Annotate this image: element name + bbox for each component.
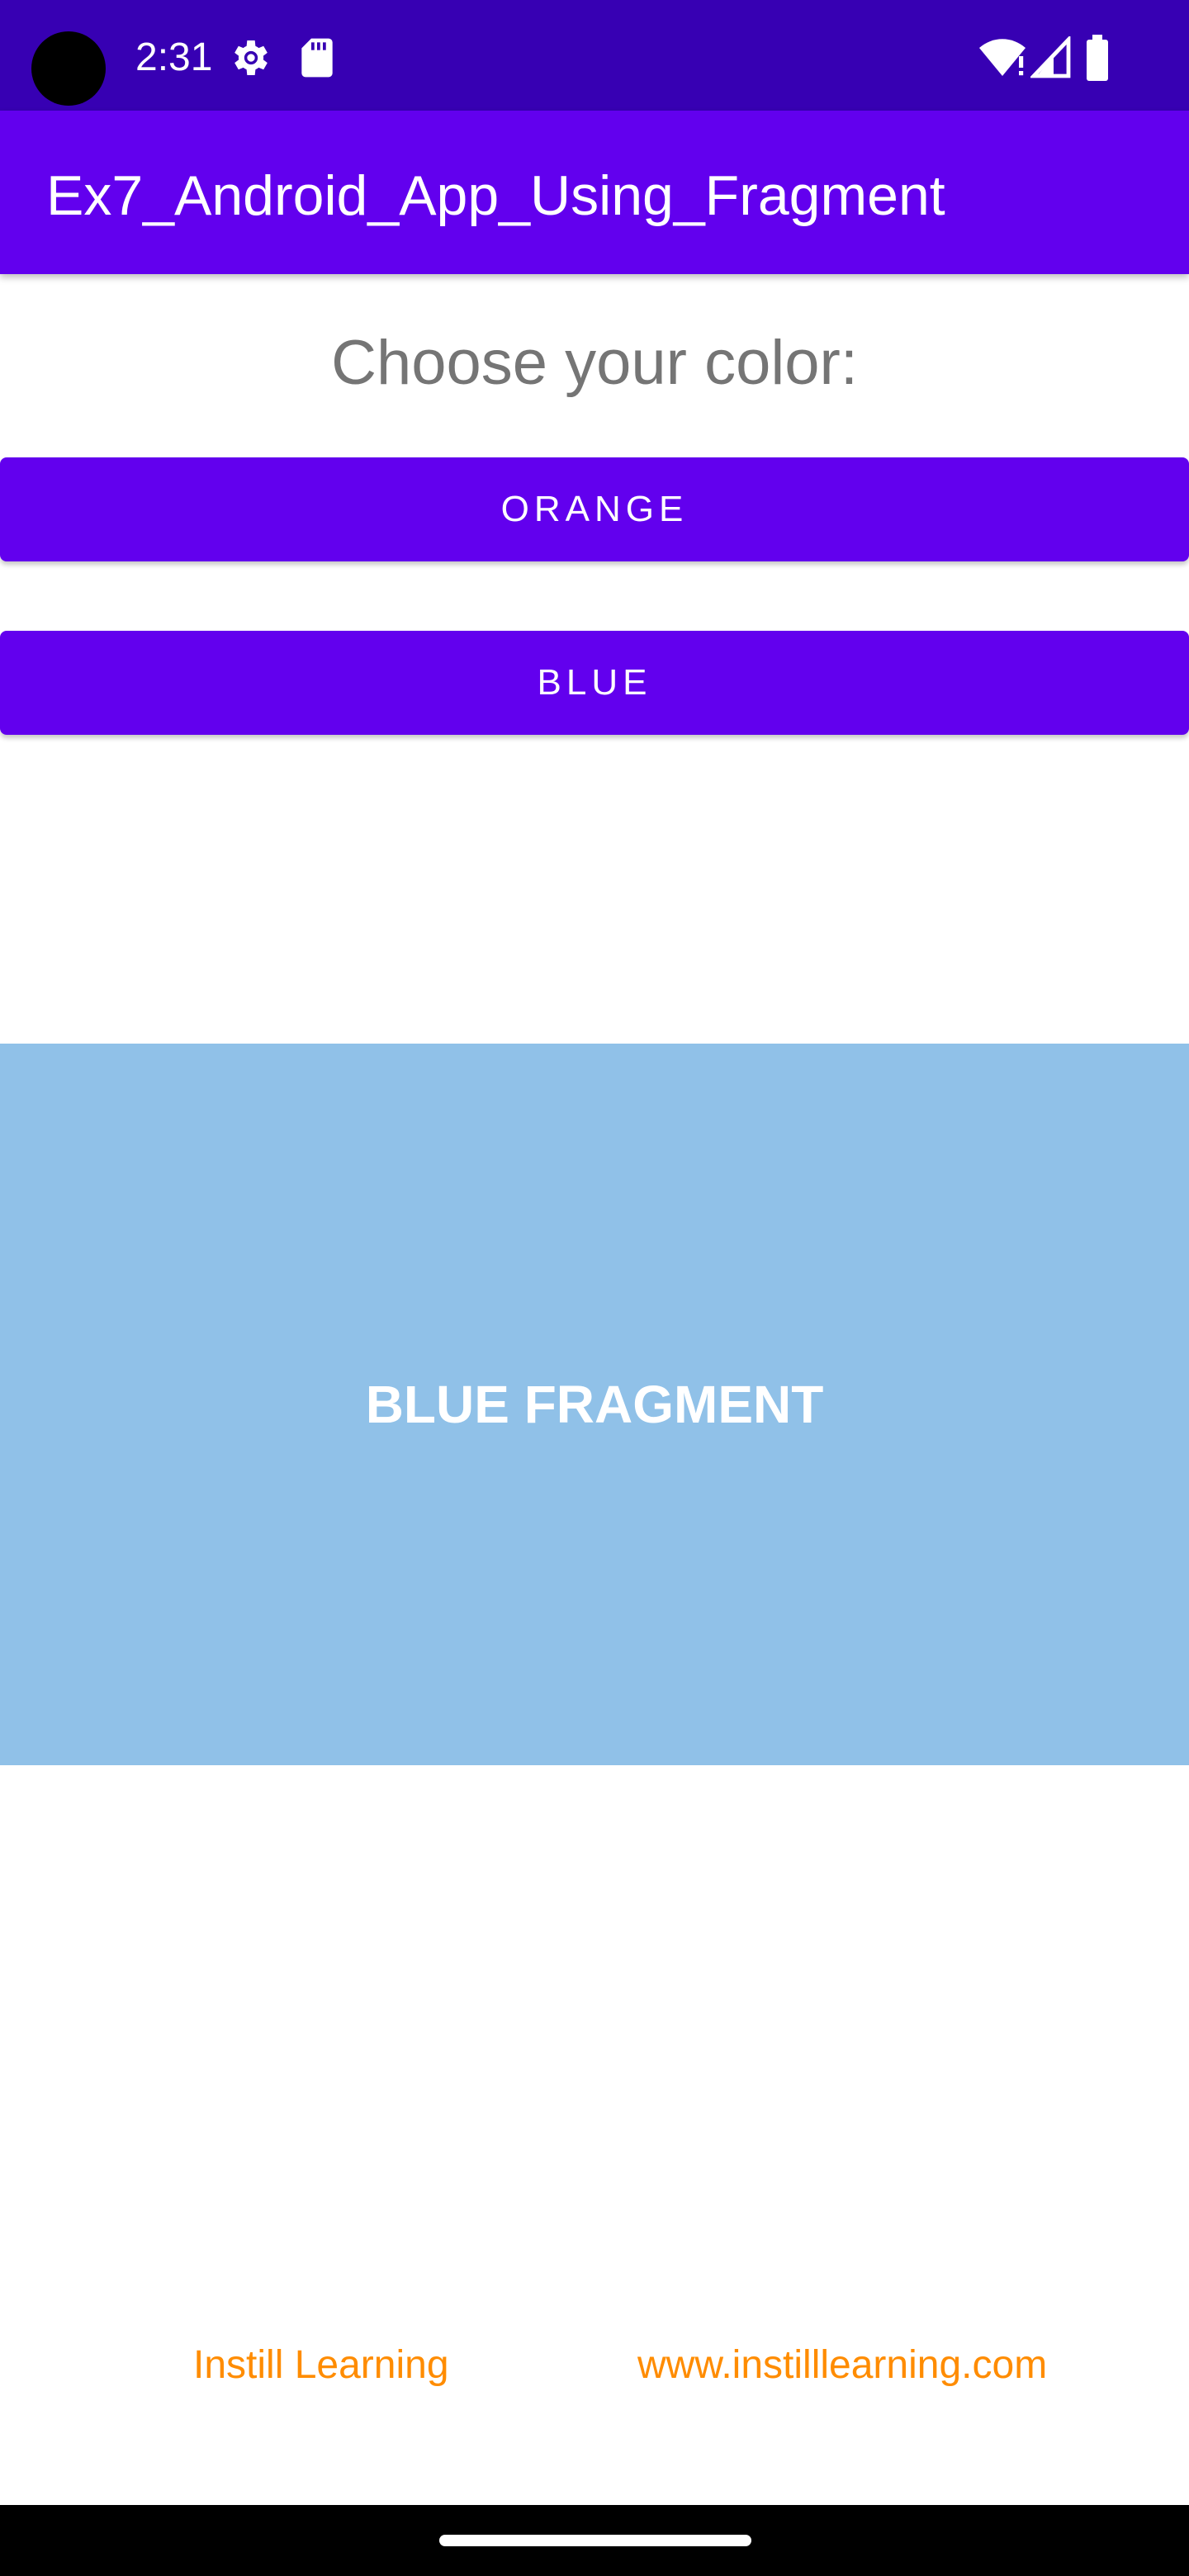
footer-website-text: www.instilllearning.com [637,2343,1048,2387]
status-time: 2:31 [135,36,213,79]
battery-icon [1087,35,1108,81]
wifi-icon [979,39,1026,76]
camera-cutout [31,31,106,106]
orange-button[interactable]: ORANGE [0,457,1189,561]
blue-fragment: BLUE FRAGMENT [0,1044,1189,1765]
choose-color-prompt: Choose your color: [331,328,858,398]
signal-icon [1030,36,1071,78]
footer-brand-text: Instill Learning [193,2343,449,2387]
fragment-label: BLUE FRAGMENT [365,1375,824,1434]
home-gesture-handle[interactable] [439,2535,751,2546]
sd-card-icon [301,38,333,78]
app-bar: Ex7_Android_App_Using_Fragment [0,111,1189,274]
gear-icon [234,40,268,75]
app-title: Ex7_Android_App_Using_Fragment [46,164,945,227]
navigation-bar [0,2505,1189,2576]
status-bar: 2:31 [0,0,1189,111]
blue-button[interactable]: BLUE [0,631,1189,735]
